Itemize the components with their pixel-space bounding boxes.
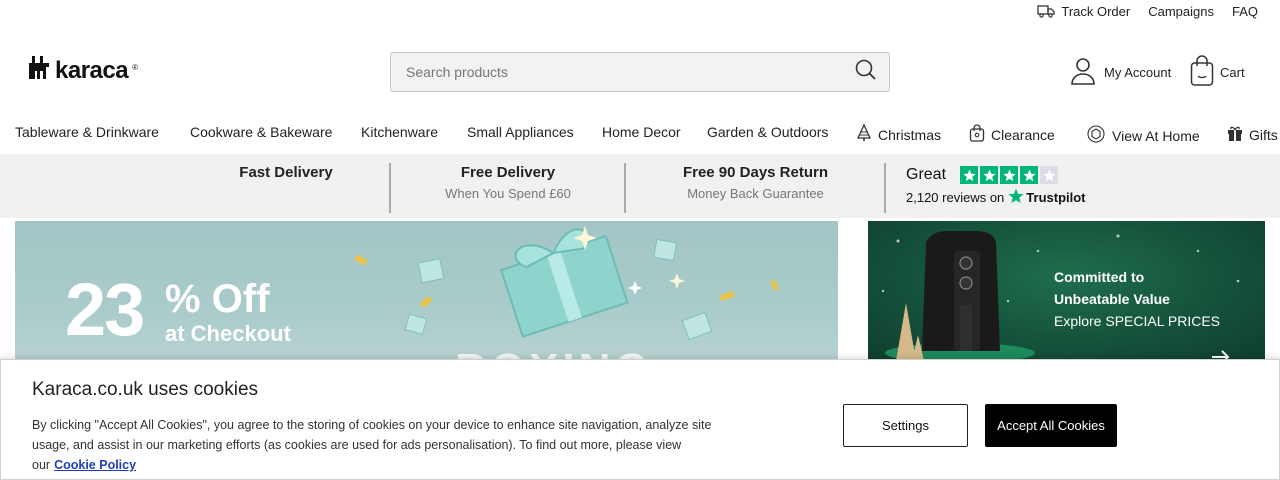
cookie-policy-link[interactable]: Cookie Policy [54,458,136,472]
cookie-settings-button[interactable]: Settings [843,404,968,447]
search-button[interactable] [843,53,889,91]
search-icon [854,58,878,87]
cart-link[interactable]: Cart [1190,55,1245,90]
truck-icon [1037,4,1056,18]
category-label: Kitchenware [361,124,439,140]
category-label: Tableware & Drinkware [15,124,159,140]
hero-subtitle: at Checkout [165,321,291,346]
category-label: Gifts [1249,126,1278,143]
category-view-at-home[interactable]: View At Home [1086,124,1200,147]
cart-bag-icon [1190,55,1214,90]
category-kitchenware[interactable]: Kitchenware [361,124,438,140]
category-label: Cookware & Bakeware [190,124,333,140]
trustpilot-brand: Trustpilot [1026,190,1086,205]
track-order-label: Track Order [1061,3,1131,19]
logo-text: karaca [55,56,129,84]
side-banner-line3: Explore SPECIAL PRICES [1054,313,1220,329]
tree-icon [856,123,872,145]
trustpilot-reviews: 2,120 reviews on [906,190,1005,205]
site-header: karaca ® My Account Cart [0,40,1280,104]
faq-label: FAQ [1231,3,1258,19]
star-icon [1020,166,1039,184]
category-clearance[interactable]: Clearance [969,124,1055,145]
category-gifts[interactable]: Gifts [1227,124,1278,145]
cookie-body: By clicking "Accept All Cookies", you ag… [32,415,712,475]
category-small-appliances[interactable]: Small Appliances [467,124,574,140]
category-label: Home Decor [602,124,681,140]
page: Track Order Campaigns FAQ karaca ® M [0,0,1280,480]
trustpilot-logo: Trustpilot [1008,188,1086,207]
divider [624,163,626,213]
ar-icon [1086,124,1106,147]
karaca-logo[interactable]: karaca ® [26,53,138,88]
benefit-title: Fast Delivery [239,164,333,181]
category-cookware[interactable]: Cookware & Bakeware [190,124,332,140]
benefit-subtitle: When You Spend £60 [445,186,571,201]
hero-percent-off: % Off [165,277,270,321]
bag-icon [969,124,985,145]
gift-icon [1227,124,1243,145]
campaigns-link[interactable]: Campaigns [1148,4,1214,19]
utility-bar: Track Order Campaigns FAQ [1037,0,1280,22]
side-banner-line1: Committed to [1054,269,1145,285]
category-home-decor[interactable]: Home Decor [602,124,681,140]
divider [389,163,391,213]
logo-registered: ® [132,63,138,72]
star-icon [960,166,979,184]
cookie-title: Karaca.co.uk uses cookies [32,379,259,400]
faq-link[interactable]: FAQ [1232,4,1258,19]
benefit-free-returns: Free 90 Days Return Money Back Guarantee [627,164,884,201]
hero-banner[interactable]: 23 % Off at Checkout BOXING [15,221,838,361]
benefit-title: Free Delivery [460,164,556,181]
my-account-link[interactable]: My Account [1070,57,1171,88]
benefit-title: Free 90 Days Return [682,164,829,181]
trustpilot-stars [960,166,1059,184]
divider [884,163,886,213]
category-tableware[interactable]: Tableware & Drinkware [15,124,159,140]
category-garden[interactable]: Garden & Outdoors [707,124,828,140]
category-christmas[interactable]: Christmas [856,123,942,145]
trustpilot-widget[interactable]: Great 2,120 reviews on Trustpilot [906,166,1086,207]
benefit-free-delivery: Free Delivery When You Spend £60 [392,164,624,201]
category-nav: Tableware & Drinkware Cookware & Bakewar… [0,122,1280,144]
star-icon [980,166,999,184]
trustpilot-star-icon [1008,188,1024,207]
search-bar [390,52,890,92]
star-icon [1000,166,1019,184]
user-icon [1070,57,1096,88]
star-icon [1040,166,1059,184]
accept-all-cookies-button[interactable]: Accept All Cookies [985,404,1117,447]
cart-label: Cart [1220,65,1245,80]
category-label: Garden & Outdoors [707,124,829,140]
category-label: Small Appliances [467,124,574,140]
hero-number: 23 [65,268,145,351]
trustpilot-rating-word: Great [906,166,947,183]
campaigns-label: Campaigns [1148,3,1214,19]
category-label: View At Home [1112,127,1200,144]
search-input[interactable] [391,53,843,91]
side-banner-line2: Unbeatable Value [1054,291,1170,307]
category-label: Clearance [991,126,1055,143]
benefit-subtitle: Money Back Guarantee [687,186,824,201]
benefits-bar: Fast Delivery Free Delivery When You Spe… [0,154,1280,218]
category-label: Christmas [878,126,942,143]
side-banner[interactable]: Committed to Unbeatable Value Explore SP… [868,221,1265,361]
my-account-label: My Account [1104,65,1172,80]
track-order-link[interactable]: Track Order [1037,4,1130,19]
benefit-fast-delivery: Fast Delivery [200,164,372,181]
cookie-banner: Karaca.co.uk uses cookies By clicking "A… [0,359,1280,480]
logo-mark-icon [26,53,52,88]
